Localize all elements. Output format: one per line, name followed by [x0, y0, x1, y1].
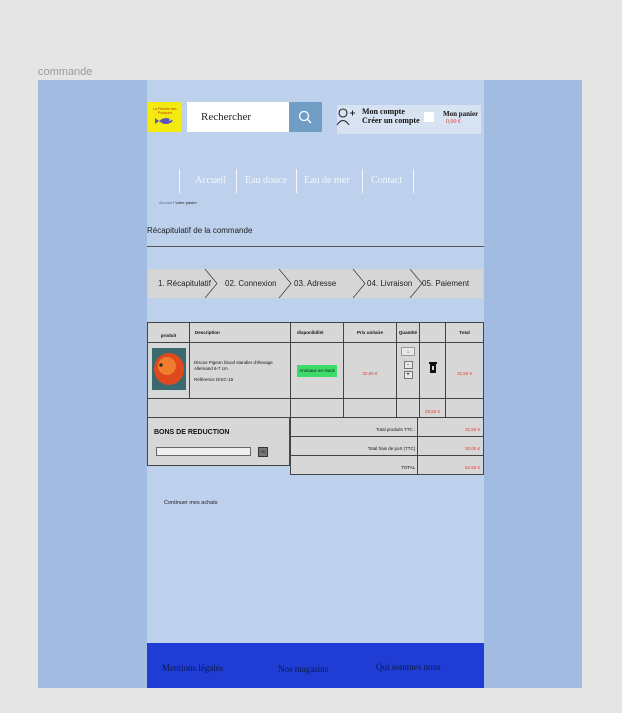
header-disponibilite: disponibilité: [290, 322, 344, 343]
stock-badge: Animaux en stock: [297, 364, 337, 377]
header-spacer: [419, 322, 446, 343]
header-prix-unitaire: Prix unitaire: [343, 322, 397, 343]
discount-box: BONS DE REDUCTION OK: [147, 417, 290, 466]
shipping-value: 30,00 €: [464, 446, 480, 451]
totals-table: Total produits TTC : 32,50 € Total frais…: [289, 417, 484, 475]
header-produit: produit: [147, 322, 190, 343]
cart-table: produit Description disponibilité Prix u…: [147, 322, 484, 419]
product-description-cell: Discus Pigeon blood standier d'élevage A…: [189, 342, 291, 399]
nav-divider: [236, 169, 237, 193]
nav-item-eau-de-mer[interactable]: Eau de mer: [304, 175, 350, 186]
nav-divider: [362, 169, 363, 193]
header-description: Description: [189, 322, 291, 343]
table-header-row: produit Description disponibilité Prix u…: [147, 322, 484, 343]
product-image-cell: [147, 342, 190, 399]
cart-amount: 0,00 €: [446, 119, 461, 125]
availability-cell: Animaux en stock: [290, 342, 344, 399]
page-container: La Planète des Poissons Rechercher Mon c…: [147, 80, 484, 688]
logo-text: La Planète des Poissons: [153, 107, 177, 115]
account-links[interactable]: Mon compte Créer un compte: [362, 107, 420, 125]
search-button[interactable]: [289, 102, 322, 132]
nav-item-accueil[interactable]: Accueil: [195, 175, 226, 186]
discount-code-input[interactable]: [156, 447, 251, 456]
search-input[interactable]: Rechercher: [187, 102, 289, 132]
quantity-minus-button[interactable]: -: [403, 361, 413, 369]
subtotal-row: 28,50 €: [147, 398, 484, 419]
subtotal-cell: 28,50 €: [419, 398, 446, 419]
discount-ok-button[interactable]: OK: [258, 447, 268, 457]
create-account-link[interactable]: Créer un compte: [362, 116, 420, 125]
quantity-plus-button[interactable]: +: [403, 371, 413, 379]
footer: Mentions légales Nos magasins Qui sommes…: [147, 643, 484, 688]
trash-icon[interactable]: [428, 361, 438, 375]
total-products-value: 32,50 €: [464, 427, 480, 432]
unit-price-cell: 32,50 €: [343, 342, 397, 399]
cart-icon[interactable]: [423, 109, 435, 123]
totals-row: Total produits TTC : 32,50 €: [289, 417, 484, 437]
header-quantite: Quantité: [396, 322, 420, 343]
totals-row: TOTAL 62,50 €: [289, 455, 484, 475]
step-adresse[interactable]: 03. Adresse: [294, 279, 336, 288]
nav-divider: [179, 169, 180, 193]
grand-total-label: TOTAL: [401, 465, 416, 470]
continue-shopping-link[interactable]: Continuer mes achats: [164, 500, 218, 506]
page-title: Récapitulatif de la commande: [147, 226, 253, 235]
step-recapitulatif[interactable]: 1. Récapitulatif: [158, 279, 211, 288]
discus-fish-image[interactable]: [148, 343, 188, 393]
title-divider: [147, 246, 484, 247]
breadcrumb-home[interactable]: Accueil: [159, 200, 172, 205]
footer-qui-sommes-nous[interactable]: Qui sommes nous: [376, 662, 441, 672]
grand-total-value: 62,50 €: [464, 465, 480, 470]
header-total: Total: [445, 322, 484, 343]
total-products-label: Total produits TTC :: [376, 427, 416, 432]
product-reference: Référence DISC-15: [194, 376, 234, 382]
my-account-link[interactable]: Mon compte: [362, 107, 420, 116]
product-name[interactable]: Discus Pigeon blood standier d'élevage A…: [194, 360, 286, 372]
step-paiement[interactable]: 05. Paiement: [422, 279, 469, 288]
row-total-cell: 32,50 €: [445, 342, 484, 399]
add-user-icon[interactable]: [335, 105, 357, 129]
step-connexion[interactable]: 02. Connexion: [225, 279, 277, 288]
shipping-label: Total frais de port (TTC): [367, 446, 416, 451]
logo[interactable]: La Planète des Poissons: [148, 102, 182, 132]
step-livraison[interactable]: 04. Livraison: [367, 279, 412, 288]
table-row: Discus Pigeon blood standier d'élevage A…: [147, 342, 484, 399]
delete-cell: [419, 342, 446, 399]
totals-row: Total frais de port (TTC) 30,00 €: [289, 436, 484, 456]
footer-nos-magasins[interactable]: Nos magasins: [278, 664, 328, 674]
checkout-steps: 1. Récapitulatif 02. Connexion 03. Adres…: [148, 269, 483, 298]
search-icon: [298, 110, 312, 124]
nav-divider: [296, 169, 297, 193]
breadcrumb-current: / Votre panier: [171, 200, 197, 205]
footer-mentions-legales[interactable]: Mentions légales: [162, 663, 223, 673]
cart-label[interactable]: Mon panier: [443, 110, 478, 118]
nav-item-contact[interactable]: Contact: [371, 175, 402, 186]
discount-title: BONS DE REDUCTION: [154, 429, 230, 436]
nav-divider: [413, 169, 414, 193]
nav-item-eau-douce[interactable]: Eau douce: [245, 175, 287, 186]
breadcrumb: Accueil / Votre panier: [159, 200, 197, 205]
quantity-cell: 1 - +: [396, 342, 420, 399]
frame-label: commande: [38, 66, 93, 78]
quantity-input[interactable]: 1: [401, 347, 415, 356]
